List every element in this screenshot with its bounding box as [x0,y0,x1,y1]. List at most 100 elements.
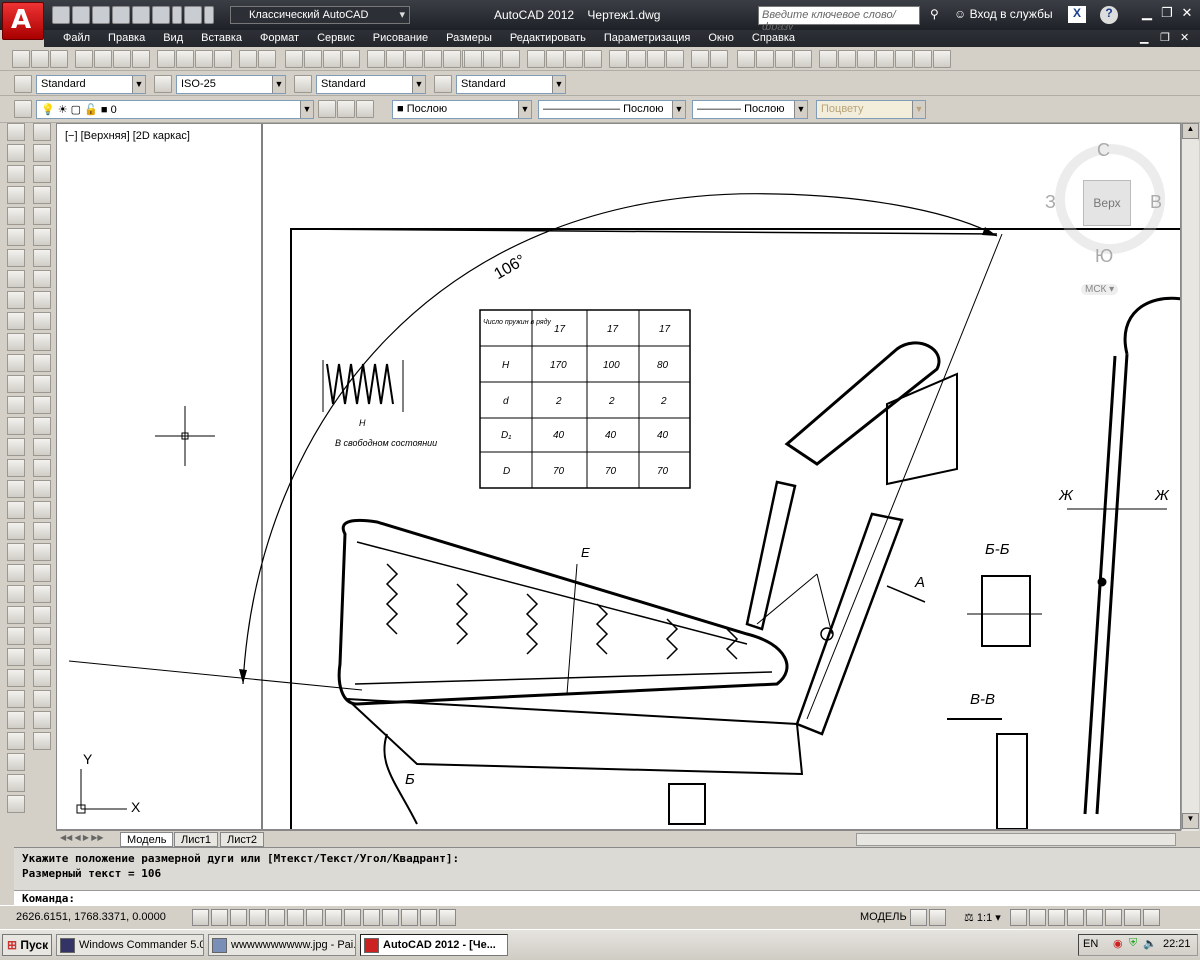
lock-icon[interactable] [33,732,51,750]
plot-preview-icon[interactable] [546,50,564,68]
task-paint[interactable]: wwwwwwwwww.jpg - Pai... [208,934,356,956]
search-input[interactable]: Введите ключевое слово/фразу [758,6,920,33]
menu-window[interactable]: Окно [699,30,743,47]
dim-jogged-icon[interactable] [33,606,51,624]
publish-icon[interactable] [565,50,583,68]
menu-dimension[interactable]: Размеры [437,30,501,47]
compass-north[interactable]: С [1097,140,1110,161]
grid-icon[interactable] [230,909,247,926]
paste-icon[interactable] [195,50,213,68]
spline-icon[interactable] [7,291,25,309]
new-icon[interactable] [464,50,482,68]
insert-block-icon[interactable] [7,354,25,372]
menu-insert[interactable]: Вставка [192,30,251,47]
save-icon[interactable] [502,50,520,68]
open-icon[interactable] [31,50,49,68]
layer-walk-icon[interactable] [7,627,25,645]
mleader-style-icon[interactable] [434,75,452,93]
tool-palettes-icon[interactable] [857,50,875,68]
dim-aligned-icon[interactable] [33,522,51,540]
open-icon[interactable] [483,50,501,68]
plot-icon[interactable] [75,50,93,68]
task-autocad[interactable]: AutoCAD 2012 - [Че... [360,934,508,956]
zoom-realtime-icon[interactable] [304,50,322,68]
model-viewport[interactable]: [−] [Верхняя] [2D каркас] 106° В свободн… [56,123,1181,830]
dim-diameter-icon[interactable] [33,627,51,645]
point-icon[interactable] [7,396,25,414]
design-center-icon[interactable] [386,50,404,68]
linetype-select[interactable]: ——————— Послою ▼ [538,100,686,119]
lineweight-select[interactable]: ———— Послою ▼ [692,100,808,119]
copy-icon[interactable] [176,50,194,68]
dim-radius-icon[interactable] [33,585,51,603]
dim-continue-icon[interactable] [33,711,51,729]
text-style-icon[interactable] [14,75,32,93]
properties-icon[interactable] [819,50,837,68]
menu-modify[interactable]: Редактировать [501,30,595,47]
volume-icon[interactable]: 🔈 [1143,937,1157,950]
exchange-icon[interactable]: X [1068,6,1086,23]
save-icon[interactable] [92,6,110,24]
annotation-scale[interactable]: ⚖ 1:1 ▾ [964,911,1001,924]
new-icon[interactable] [12,50,30,68]
blend-icon[interactable] [33,459,51,477]
construction-line-icon[interactable] [7,144,25,162]
markup-icon[interactable] [895,50,913,68]
stretch-icon[interactable] [33,291,51,309]
menu-tools[interactable]: Сервис [308,30,364,47]
language-indicator[interactable]: EN [1083,938,1098,950]
region-icon[interactable] [7,459,25,477]
binoculars-icon[interactable]: ⚲ [930,7,939,21]
help-button[interactable]: ? [1100,6,1118,24]
table-style-select[interactable]: Standard ▼ [316,75,426,94]
compass-south[interactable]: Ю [1095,246,1113,267]
otrack-icon[interactable] [325,909,342,926]
zoom-window-icon[interactable] [323,50,341,68]
undo-icon[interactable] [691,50,709,68]
edit-text-icon[interactable] [7,711,25,729]
shield-icon[interactable]: ⛨ [1129,937,1137,950]
3d-dwf-icon[interactable] [584,50,602,68]
sheet-set-icon[interactable] [424,50,442,68]
table-style-icon[interactable] [294,75,312,93]
array-icon[interactable] [33,207,51,225]
ucs-menu[interactable]: МСК ▾ [1081,284,1119,295]
layer-select[interactable]: 💡 ☀ ▢ 🔓 ■ 0 ▼ [36,100,314,119]
clean-screen-icon[interactable] [1143,909,1160,926]
transparency-icon[interactable] [401,909,418,926]
compass-east[interactable]: В [1150,192,1162,213]
tab-layout1[interactable]: Лист1 [174,832,219,847]
quick-dim-icon[interactable] [33,669,51,687]
viewcube-top-face[interactable]: Верх [1083,180,1131,226]
print-icon[interactable] [132,6,150,24]
redo-icon[interactable] [184,6,202,24]
minimize-icon[interactable]: ▁ [1136,5,1158,23]
workspace-switch-icon[interactable] [1048,909,1065,926]
erase-icon[interactable] [33,123,51,141]
open-icon[interactable] [72,6,90,24]
text-icon[interactable] [7,669,25,687]
layer-freeze-icon[interactable] [7,585,25,603]
dim-linear-icon[interactable] [33,501,51,519]
zoom-previous-icon[interactable] [342,50,360,68]
polygon-icon[interactable] [7,186,25,204]
dim-angular-icon[interactable] [33,648,51,666]
quickcalc-icon[interactable] [914,50,932,68]
justify-text-icon[interactable] [7,795,25,813]
tab-nav-arrows-icon[interactable]: ◀◀ ◀ ▶ ▶▶ [60,833,104,842]
plot-icon[interactable] [527,50,545,68]
properties-icon[interactable] [367,50,385,68]
menu-draw[interactable]: Рисование [364,30,437,47]
drawing-canvas[interactable]: 106° В свободном состоянии Н Число пружи… [57,124,1181,830]
menu-file[interactable]: Файл [54,30,99,47]
trim-icon[interactable] [33,312,51,330]
dim-ordinate-icon[interactable] [33,564,51,582]
polar-icon[interactable] [268,909,285,926]
doc-restore-icon[interactable]: ❐ [1160,31,1170,44]
scroll-up-icon[interactable]: ▲ [1182,123,1199,139]
menu-edit[interactable]: Правка [99,30,154,47]
sheet-set-icon[interactable] [876,50,894,68]
quick-view-drawings-icon[interactable] [929,909,946,926]
infer-constraints-icon[interactable] [192,909,209,926]
dyn-input-icon[interactable] [363,909,380,926]
